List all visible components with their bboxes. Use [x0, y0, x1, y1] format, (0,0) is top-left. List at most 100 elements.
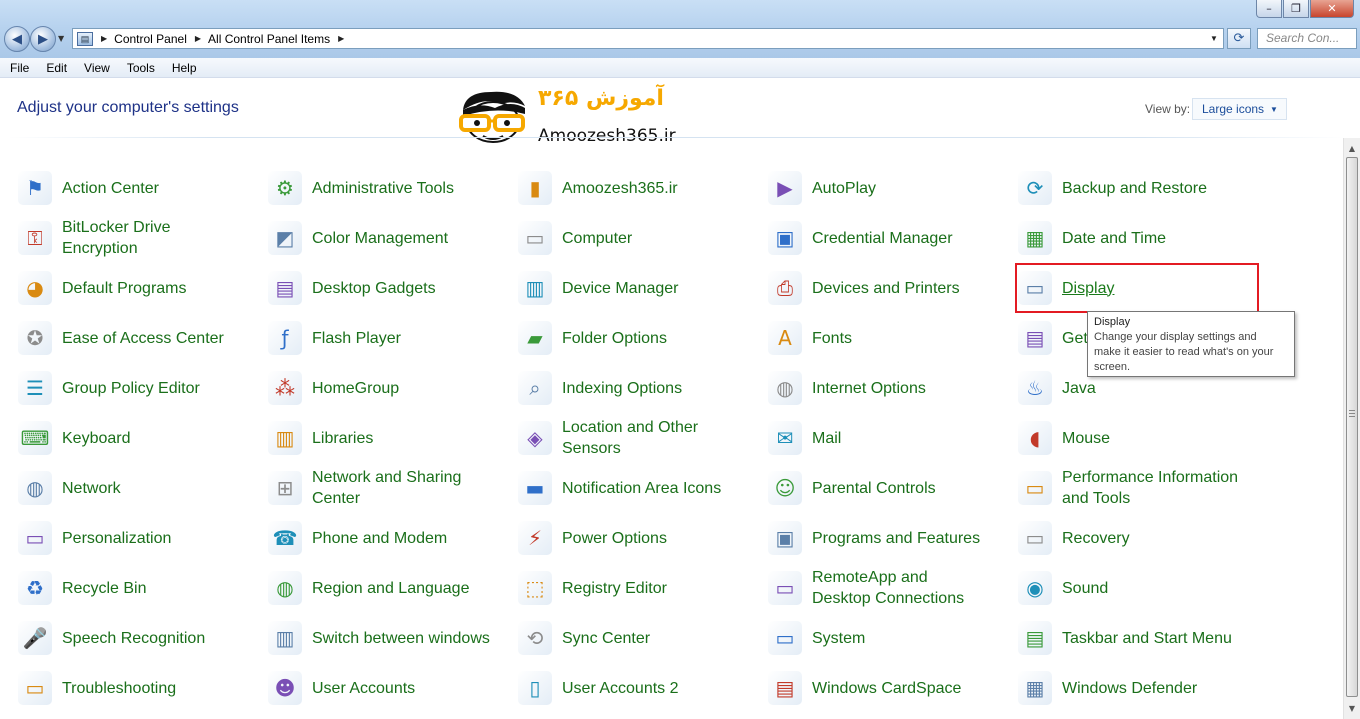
breadcrumb-arrow-icon[interactable]: ▶: [195, 34, 201, 43]
cp-item-user-accounts-2[interactable]: ▯ User Accounts 2: [500, 663, 740, 713]
cp-item-mail[interactable]: ✉ Mail: [750, 413, 990, 463]
cp-item-fonts[interactable]: A Fonts: [750, 313, 990, 363]
cp-item-date-and-time[interactable]: ▦ Date and Time: [1000, 213, 1240, 263]
cp-item-amoozesh365-ir[interactable]: ▮ Amoozesh365.ir: [500, 163, 740, 213]
breadcrumb-arrow-icon[interactable]: ▶: [338, 34, 344, 43]
cp-item-network[interactable]: ◍ Network: [0, 463, 240, 513]
cp-item-network-and-sharing-center[interactable]: ⊞ Network and Sharing Center: [250, 463, 490, 513]
cp-item-parental-controls[interactable]: ☺ Parental Controls: [750, 463, 990, 513]
cp-item-folder-options[interactable]: ▰ Folder Options: [500, 313, 740, 363]
cp-item-location-and-other-sensors[interactable]: ◈ Location and Other Sensors: [500, 413, 740, 463]
cp-item-flash-player[interactable]: ƒ Flash Player: [250, 313, 490, 363]
cp-item-label: RemoteApp and Desktop Connections: [812, 569, 965, 607]
view-by-dropdown[interactable]: Large icons ▼: [1192, 98, 1287, 120]
cp-item-taskbar-and-start-menu[interactable]: ▤ Taskbar and Start Menu: [1000, 613, 1240, 663]
cp-item-region-and-language[interactable]: ◍ Region and Language: [250, 563, 490, 613]
back-button[interactable]: ◀: [4, 26, 30, 52]
watermark-logo: آموزش ۳۶۵ Amoozesh365.ir: [443, 80, 720, 154]
title-address-bar: – ❐ ✕ ◀ ▶ ▼ ▤ ▶ Control Panel ▶ All Cont…: [0, 0, 1360, 58]
recovery-icon: ▭: [1018, 521, 1052, 555]
menu-view[interactable]: View: [74, 61, 117, 75]
cp-item-sound[interactable]: ◉ Sound: [1000, 563, 1240, 613]
cp-item-recycle-bin[interactable]: ♻ Recycle Bin: [0, 563, 240, 613]
address-bar[interactable]: ▤ ▶ Control Panel ▶ All Control Panel It…: [72, 28, 1224, 49]
maximize-button[interactable]: ❐: [1283, 0, 1309, 18]
address-dropdown-icon[interactable]: ▼: [1207, 31, 1221, 46]
cp-item-label: Power Options: [562, 529, 667, 547]
cp-item-sync-center[interactable]: ⟲ Sync Center: [500, 613, 740, 663]
cp-item-label: Desktop Gadgets: [312, 279, 436, 297]
cp-item-ease-of-access-center[interactable]: ✪ Ease of Access Center: [0, 313, 240, 363]
cp-item-indexing-options[interactable]: ⌕ Indexing Options: [500, 363, 740, 413]
cp-item-device-manager[interactable]: ▥ Device Manager: [500, 263, 740, 313]
color-management-icon: ◩: [268, 221, 302, 255]
breadcrumb-arrow-icon[interactable]: ▶: [101, 34, 107, 43]
scroll-up-icon[interactable]: ▲: [1344, 140, 1360, 157]
cp-item-notification-area-icons[interactable]: ▬ Notification Area Icons: [500, 463, 740, 513]
cp-item-personalization[interactable]: ▭ Personalization: [0, 513, 240, 563]
close-button[interactable]: ✕: [1310, 0, 1354, 18]
sound-speaker-icon: ◉: [1018, 571, 1052, 605]
cp-item-label: Administrative Tools: [312, 179, 454, 197]
cp-item-mouse[interactable]: ◖ Mouse: [1000, 413, 1240, 463]
cp-item-label: Switch between windows: [312, 629, 490, 647]
scroll-thumb[interactable]: [1346, 157, 1358, 697]
minimize-button[interactable]: –: [1256, 0, 1282, 18]
cp-item-action-center[interactable]: ⚑ Action Center: [0, 163, 240, 213]
cp-item-desktop-gadgets[interactable]: ▤ Desktop Gadgets: [250, 263, 490, 313]
cp-item-phone-and-modem[interactable]: ☎ Phone and Modem: [250, 513, 490, 563]
cp-item-label: Phone and Modem: [312, 529, 448, 547]
logo-english-text: Amoozesh365.ir: [538, 126, 676, 146]
cp-item-bitlocker-drive-encryption[interactable]: ⚿ BitLocker Drive Encryption: [0, 213, 240, 263]
cardspace-icon: ▤: [768, 671, 802, 705]
scroll-down-icon[interactable]: ▼: [1344, 700, 1360, 717]
cp-item-power-options[interactable]: ⚡ Power Options: [500, 513, 740, 563]
network-globe-icon: ◍: [18, 471, 52, 505]
cp-item-label: Folder Options: [562, 329, 667, 347]
cp-item-label: Device Manager: [562, 279, 679, 297]
cp-item-computer[interactable]: ▭ Computer: [500, 213, 740, 263]
cp-item-programs-and-features[interactable]: ▣ Programs and Features: [750, 513, 990, 563]
search-input[interactable]: Search Con...: [1257, 28, 1357, 49]
refresh-button[interactable]: ⟳: [1227, 28, 1251, 49]
cp-item-user-accounts[interactable]: ☻ User Accounts: [250, 663, 490, 713]
cp-item-performance-information-and-tools[interactable]: ▭ Performance Information and Tools: [1000, 463, 1240, 513]
cp-item-label: Notification Area Icons: [562, 479, 722, 497]
cp-item-group-policy-editor[interactable]: ☰ Group Policy Editor: [0, 363, 240, 413]
cp-item-registry-editor[interactable]: ⬚ Registry Editor: [500, 563, 740, 613]
cp-item-autoplay[interactable]: ▶ AutoPlay: [750, 163, 990, 213]
vertical-scrollbar[interactable]: ▲ ▼: [1343, 138, 1360, 719]
menu-bar: File Edit View Tools Help: [0, 58, 1360, 78]
cp-item-libraries[interactable]: ▥ Libraries: [250, 413, 490, 463]
cp-item-remoteapp-and-desktop-connections[interactable]: ▭ RemoteApp and Desktop Connections: [750, 563, 990, 613]
cp-item-color-management[interactable]: ◩ Color Management: [250, 213, 490, 263]
menu-edit[interactable]: Edit: [36, 61, 74, 75]
cp-item-administrative-tools[interactable]: ⚙ Administrative Tools: [250, 163, 490, 213]
forward-button[interactable]: ▶: [30, 26, 56, 52]
cp-item-recovery[interactable]: ▭ Recovery: [1000, 513, 1240, 563]
tooltip-line: Change your display settings and: [1094, 331, 1257, 343]
calendar-clock-icon: ▦: [1018, 221, 1052, 255]
breadcrumb-all-items[interactable]: All Control Panel Items: [208, 32, 330, 46]
menu-file[interactable]: File: [0, 61, 36, 75]
breadcrumb-control-panel[interactable]: Control Panel: [114, 32, 187, 46]
cp-item-switch-between-windows[interactable]: ▥ Switch between windows: [250, 613, 490, 663]
cp-item-internet-options[interactable]: ◍ Internet Options: [750, 363, 990, 413]
cp-item-backup-and-restore[interactable]: ⟳ Backup and Restore: [1000, 163, 1240, 213]
back-arrow-icon: ◀: [12, 31, 22, 47]
cp-item-speech-recognition[interactable]: 🎤 Speech Recognition: [0, 613, 240, 663]
cp-item-keyboard[interactable]: ⌨ Keyboard: [0, 413, 240, 463]
cp-item-troubleshooting[interactable]: ▭ Troubleshooting: [0, 663, 240, 713]
recent-pages-dropdown[interactable]: ▼: [58, 34, 64, 43]
cp-item-homegroup[interactable]: ⁂ HomeGroup: [250, 363, 490, 413]
cp-item-devices-and-printers[interactable]: ⎙ Devices and Printers: [750, 263, 990, 313]
cp-item-windows-cardspace[interactable]: ▤ Windows CardSpace: [750, 663, 990, 713]
cp-item-credential-manager[interactable]: ▣ Credential Manager: [750, 213, 990, 263]
menu-tools[interactable]: Tools: [117, 61, 162, 75]
microphone-icon: 🎤: [18, 621, 52, 655]
cp-item-default-programs[interactable]: ◕ Default Programs: [0, 263, 240, 313]
menu-help[interactable]: Help: [162, 61, 204, 75]
cp-item-windows-defender[interactable]: ▦ Windows Defender: [1000, 663, 1240, 713]
printer-icon: ⎙: [768, 271, 802, 305]
cp-item-system[interactable]: ▭ System: [750, 613, 990, 663]
